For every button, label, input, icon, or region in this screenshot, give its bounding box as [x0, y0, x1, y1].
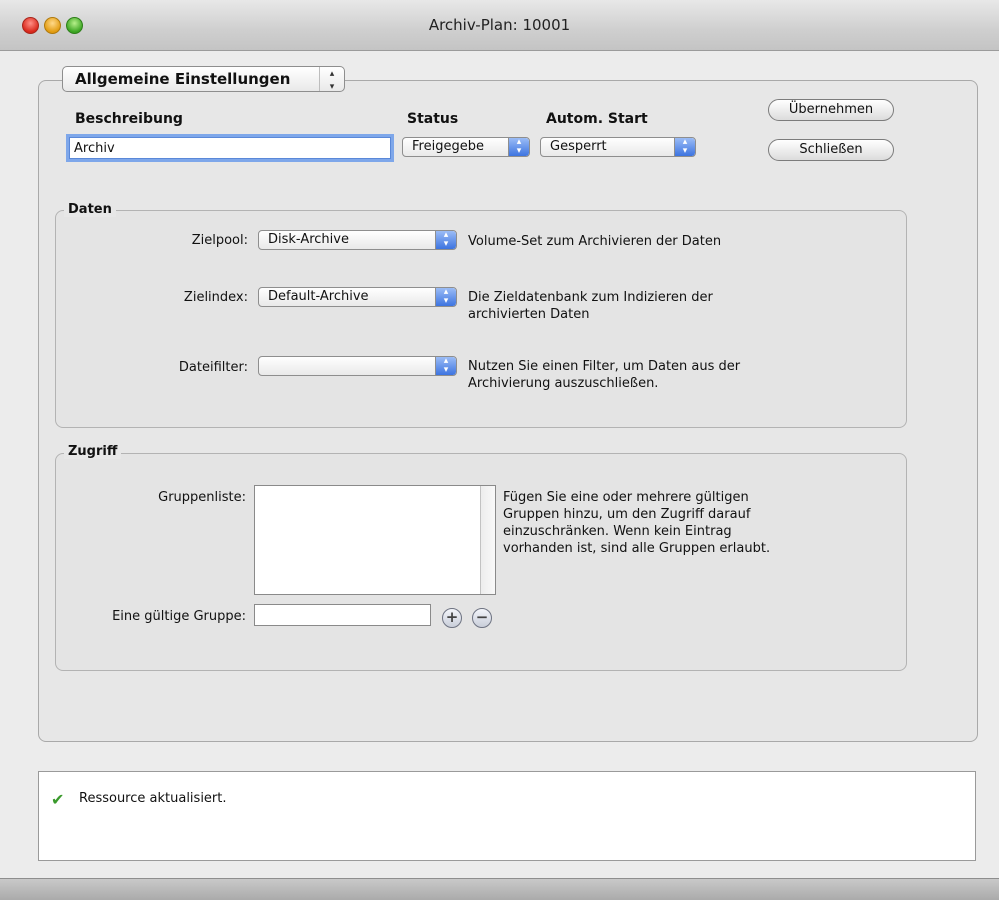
dateifilter-description-line: Nutzen Sie einen Filter, um Daten aus de…	[468, 359, 741, 374]
group-input[interactable]	[254, 604, 431, 626]
status-message: Ressource aktualisiert.	[79, 791, 227, 806]
updown-arrows-icon: ▴ ▾	[435, 288, 456, 306]
zugriff-description-line: Gruppen hinzu, um den Zugriff darauf	[503, 507, 751, 522]
description-label: Beschreibung	[75, 111, 183, 127]
gruppenliste-list[interactable]	[254, 485, 496, 595]
dateifilter-select[interactable]: ▴ ▾	[258, 356, 457, 376]
updown-arrows-icon: ▴ ▾	[674, 138, 695, 156]
status-select-value: Freigegebe	[412, 139, 484, 154]
dateifilter-description-line: Archivierung auszuschließen.	[468, 376, 659, 391]
status-label: Status	[407, 111, 459, 127]
updown-arrows-icon: ▴ ▾	[319, 67, 344, 91]
zielindex-select[interactable]: Default-Archive ▴ ▾	[258, 287, 457, 307]
autostart-select[interactable]: Gesperrt ▴ ▾	[540, 137, 696, 157]
title-bar[interactable]: Archiv-Plan: 10001	[0, 0, 999, 51]
status-select[interactable]: Freigegebe ▴ ▾	[402, 137, 530, 157]
window: Archiv-Plan: 10001 Allgemeine Einstellun…	[0, 0, 999, 900]
zielindex-label: Zielindex:	[183, 290, 248, 305]
section-selector[interactable]: Allgemeine Einstellungen ▴ ▾	[62, 66, 345, 92]
apply-button[interactable]: Übernehmen	[768, 99, 894, 121]
updown-arrows-icon: ▴ ▾	[435, 357, 456, 375]
checkmark-icon: ✔	[51, 790, 65, 809]
remove-group-button[interactable]: −	[472, 608, 492, 628]
plus-icon: +	[445, 608, 459, 626]
updown-arrows-icon: ▴ ▾	[435, 231, 456, 249]
zielindex-description: Die Zieldatenbank zum Indizieren der arc…	[468, 289, 713, 323]
status-message-box: ✔ Ressource aktualisiert.	[38, 771, 976, 861]
updown-arrows-icon: ▴ ▾	[508, 138, 529, 156]
zugriff-description-line: Fügen Sie eine oder mehrere gültigen	[503, 490, 749, 505]
zugriff-group-title: Zugriff	[64, 444, 122, 459]
zielindex-select-value: Default-Archive	[268, 289, 369, 304]
autostart-select-value: Gesperrt	[550, 139, 607, 154]
zielindex-description-line: Die Zieldatenbank zum Indizieren der	[468, 290, 713, 305]
description-input[interactable]	[69, 137, 391, 159]
zielpool-select-value: Disk-Archive	[268, 232, 349, 247]
gruppenliste-scrollbar[interactable]	[480, 486, 495, 594]
group-input-label: Eine gültige Gruppe:	[112, 609, 246, 624]
zugriff-description: Fügen Sie eine oder mehrere gültigen Gru…	[503, 489, 770, 557]
zielpool-description: Volume-Set zum Archivieren der Daten	[468, 234, 722, 249]
bottom-bar	[0, 878, 999, 900]
dateifilter-description: Nutzen Sie einen Filter, um Daten aus de…	[468, 358, 740, 392]
dateifilter-label: Dateifilter:	[178, 360, 248, 375]
autostart-label: Autom. Start	[546, 111, 648, 127]
window-title: Archiv-Plan: 10001	[428, 16, 571, 34]
gruppenliste-label: Gruppenliste:	[158, 490, 246, 505]
zugriff-description-line: vorhanden ist, sind alle Gruppen erlaubt…	[503, 541, 771, 556]
zielpool-select[interactable]: Disk-Archive ▴ ▾	[258, 230, 457, 250]
minus-icon: −	[475, 608, 489, 626]
add-group-button[interactable]: +	[442, 608, 462, 628]
zielindex-description-line: archivierten Daten	[468, 307, 590, 322]
daten-group-title: Daten	[64, 202, 116, 217]
zielpool-label: Zielpool:	[191, 233, 248, 248]
section-selector-value: Allgemeine Einstellungen	[75, 70, 291, 88]
close-button[interactable]: Schließen	[768, 139, 894, 161]
zugriff-description-line: einzuschränken. Wenn kein Eintrag	[503, 524, 732, 539]
